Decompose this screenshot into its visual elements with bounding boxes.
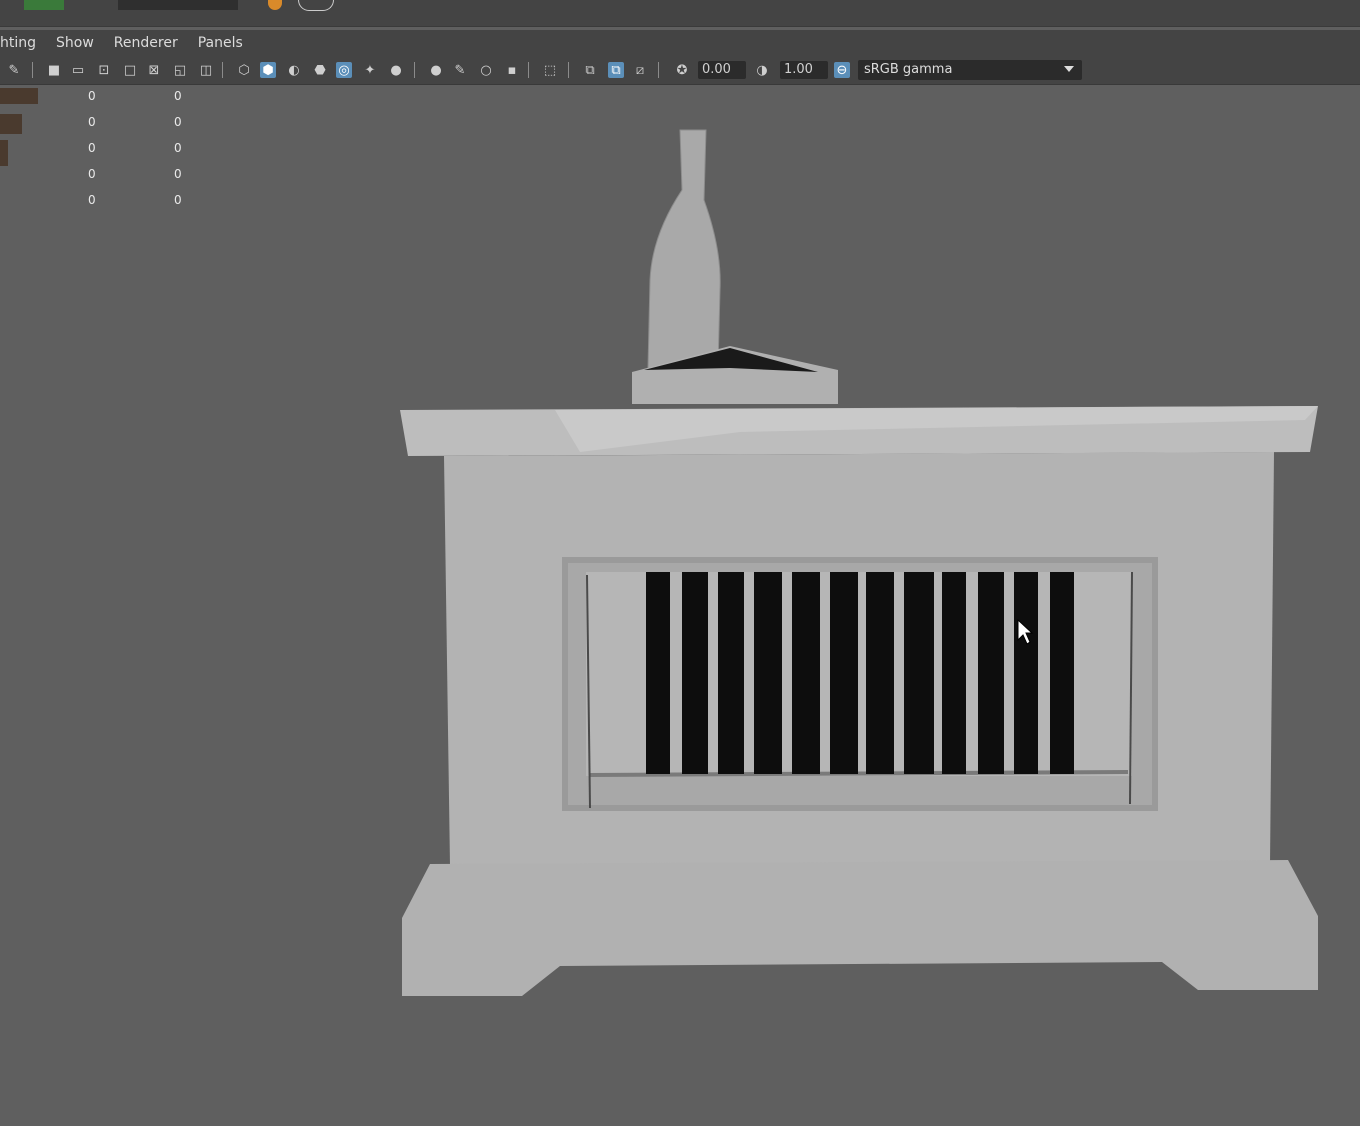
xray-joints-icon[interactable]: ⧉ <box>582 62 598 78</box>
grid-icon[interactable]: □ <box>122 62 138 78</box>
cube-icon[interactable] <box>298 0 334 11</box>
toolbar-separator <box>222 62 223 78</box>
toolbar-separator <box>568 62 569 78</box>
safe-title-icon[interactable]: ◫ <box>198 62 214 78</box>
smooth-shade-icon[interactable]: ⬢ <box>260 62 276 78</box>
xray-icon[interactable]: ◎ <box>336 62 352 78</box>
grille-slat <box>866 572 894 774</box>
grille-slat <box>754 572 782 774</box>
shelf-chip[interactable] <box>118 0 238 10</box>
grille-slat <box>1050 572 1074 774</box>
cabinet-plinth[interactable] <box>402 860 1318 996</box>
resolution-gate-icon[interactable]: ⊠ <box>146 62 162 78</box>
shelf-chip[interactable] <box>268 0 282 10</box>
camera-icon[interactable]: ⊡ <box>96 62 112 78</box>
safe-action-icon[interactable]: ◱ <box>172 62 188 78</box>
antialias-icon[interactable]: ○ <box>478 62 494 78</box>
wireframe-on-shaded-icon[interactable]: ⬣ <box>312 62 328 78</box>
exposure-field[interactable]: 0.00 <box>698 61 746 79</box>
menu-lighting[interactable]: hting <box>0 35 36 51</box>
exposure-icon[interactable]: ✪ <box>674 62 690 78</box>
panel-toolbar: ✎ ■ ▭ ⊡ □ ⊠ ◱ ◫ ⬡ ⬢ ◐ ⬣ ◎ ✦ ● ● ✎ ○ ▪ ⬚ … <box>0 56 1360 85</box>
grille-slat <box>682 572 708 774</box>
gamma-field[interactable]: 1.00 <box>780 61 828 79</box>
menu-panels[interactable]: Panels <box>198 35 243 51</box>
toolbar-separator <box>528 62 529 78</box>
wireframe-icon[interactable]: ⬡ <box>236 62 252 78</box>
chevron-down-icon <box>1064 66 1074 72</box>
grille-slat <box>792 572 820 774</box>
toolbar-separator <box>414 62 415 78</box>
grille-slat <box>978 572 1004 774</box>
panel-menubar: hting Show Renderer Panels <box>0 30 1360 56</box>
isolate-select-icon[interactable]: ⬚ <box>542 62 558 78</box>
shelf-chip[interactable] <box>24 0 64 10</box>
grille-slat <box>942 572 966 774</box>
select-icon[interactable]: ■ <box>46 62 62 78</box>
pencil-icon[interactable]: ✎ <box>6 62 22 78</box>
bottle-model[interactable] <box>647 129 721 369</box>
menu-show[interactable]: Show <box>56 35 94 51</box>
ambient-occlusion-icon[interactable]: ● <box>428 62 444 78</box>
grille-slat <box>1014 572 1038 774</box>
grille-slat <box>646 572 670 774</box>
gamma-icon[interactable]: ◑ <box>754 62 770 78</box>
grille-slat <box>904 572 934 774</box>
depth-of-field-icon[interactable]: ▪ <box>504 62 520 78</box>
motion-blur-icon[interactable]: ✎ <box>452 62 468 78</box>
colorspace-dropdown[interactable]: sRGB gamma <box>858 60 1082 80</box>
top-shelf-strip <box>0 0 1360 27</box>
viewport-3d[interactable] <box>0 86 1360 1126</box>
grille-slat <box>718 572 744 774</box>
xray-active-icon[interactable]: ⧉ <box>608 62 624 78</box>
toolbar-separator <box>32 62 33 78</box>
menu-renderer[interactable]: Renderer <box>114 35 178 51</box>
grille-slat <box>830 572 858 774</box>
backface-icon[interactable]: ⧄ <box>632 62 648 78</box>
default-material-icon[interactable]: ◐ <box>286 62 302 78</box>
film-gate-icon[interactable]: ▭ <box>70 62 86 78</box>
light-icon[interactable]: ✦ <box>362 62 378 78</box>
toolbar-separator <box>658 62 659 78</box>
colorspace-label: sRGB gamma <box>864 62 953 77</box>
colorspace-icon[interactable]: ⊖ <box>834 62 850 78</box>
shadow-icon[interactable]: ● <box>388 62 404 78</box>
